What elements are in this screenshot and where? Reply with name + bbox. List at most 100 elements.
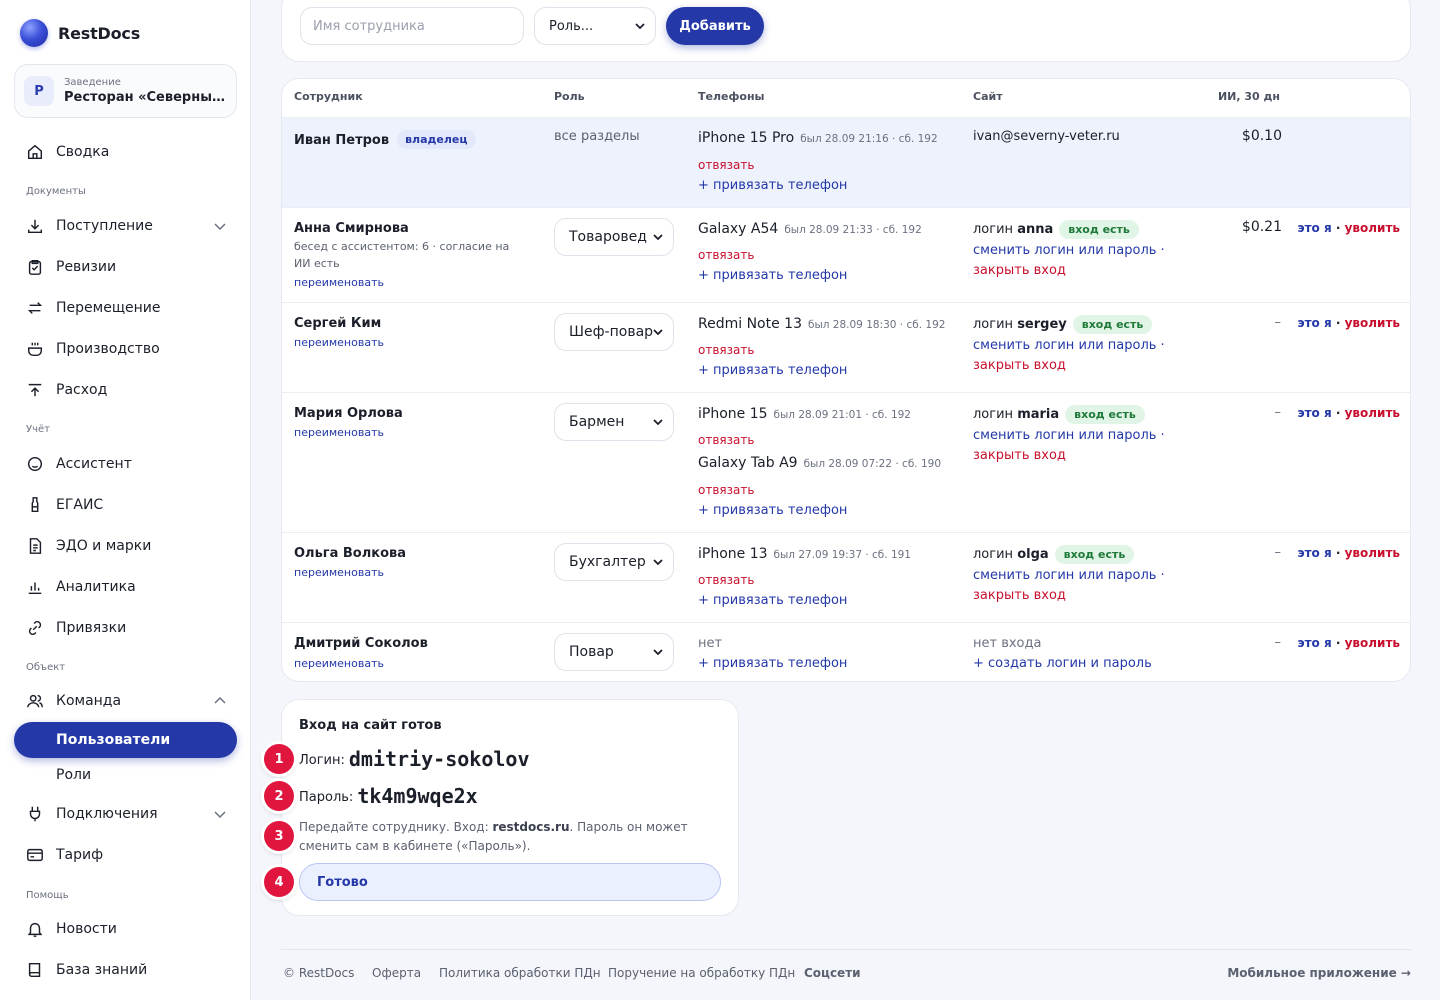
role-select-value: Бухгалтер <box>569 554 646 570</box>
unbind-link[interactable]: отвязать <box>698 483 754 497</box>
nav-news[interactable]: Новости <box>14 912 237 946</box>
rename-link[interactable]: переименовать <box>294 424 524 441</box>
its-me-link[interactable]: это я <box>1297 546 1331 560</box>
employee-name: Сергей Ким <box>294 316 382 331</box>
password-credential: Пароль: tk4m9wqe2x <box>299 784 478 808</box>
nav-edo[interactable]: ЭДО и марки <box>14 529 237 563</box>
rename-link[interactable]: переименовать <box>294 334 524 351</box>
employee-name: Иван Петров владелец <box>294 130 476 149</box>
fire-link[interactable]: уволить <box>1345 406 1400 420</box>
create-login-link[interactable]: + создать логин и пароль <box>973 656 1152 671</box>
its-me-link[interactable]: это я <box>1297 316 1331 330</box>
assistant-icon <box>27 456 43 472</box>
unbind-link[interactable]: отвязать <box>698 433 754 447</box>
footer-offer-link[interactable]: Оферта <box>372 966 421 980</box>
add-employee-button[interactable]: Добавить <box>666 7 764 45</box>
chevron-down-icon[interactable] <box>213 807 227 821</box>
unbind-link[interactable]: отвязать <box>698 343 754 357</box>
close-login-link[interactable]: закрыть вход <box>973 448 1066 463</box>
nav-production[interactable]: Производство <box>14 332 237 366</box>
nav-bindings-label: Привязки <box>56 620 127 636</box>
phone-entry: Redmi Note 13 был 28.09 18:30 · сб. 192 <box>698 316 945 332</box>
footer-assignment-link[interactable]: Поручение на обработку ПДн <box>608 966 795 980</box>
bind-phone-link[interactable]: + привязать телефон <box>698 268 847 283</box>
table-row: Сергей Ким переименовать Шеф-повар Redmi… <box>282 302 1410 392</box>
nav-intake-label: Поступление <box>56 218 153 234</box>
change-credentials-link[interactable]: сменить логин или пароль · <box>973 338 1165 353</box>
role-select[interactable]: Шеф-повар <box>554 313 674 351</box>
nav-assistant[interactable]: Ассистент <box>14 447 237 481</box>
footer-privacy-link[interactable]: Политика обработки ПДн <box>439 966 601 980</box>
role-select[interactable]: Повар <box>554 633 674 671</box>
close-login-link[interactable]: закрыть вход <box>973 263 1066 278</box>
chevron-up-icon[interactable] <box>213 694 227 708</box>
bind-phone-link[interactable]: + привязать телефон <box>698 363 847 378</box>
nav-tariff[interactable]: Тариф <box>14 838 237 872</box>
ai-cost-empty: – <box>1274 545 1282 560</box>
nav-intake[interactable]: Поступление <box>14 209 237 243</box>
footer-mobile-app-link[interactable]: Мобильное приложение → <box>1227 966 1411 980</box>
login-ok-badge: вход есть <box>1065 405 1145 424</box>
device-meta: был 28.09 07:22 · сб. 190 <box>803 458 942 470</box>
nav-analytics[interactable]: Аналитика <box>14 570 237 604</box>
employee-name-input[interactable]: Имя сотрудника <box>300 7 524 45</box>
its-me-link[interactable]: это я <box>1297 221 1331 235</box>
col-employee: Сотрудник <box>294 90 363 103</box>
nav-team[interactable]: Команда <box>14 684 237 718</box>
rename-link[interactable]: переименовать <box>294 274 524 291</box>
done-button[interactable]: Готово <box>299 863 721 901</box>
close-login-link[interactable]: закрыть вход <box>973 358 1066 373</box>
unbind-link[interactable]: отвязать <box>698 158 754 172</box>
brand[interactable]: RestDocs <box>20 19 140 47</box>
nav-summary[interactable]: Сводка <box>14 135 237 169</box>
its-me-link[interactable]: это я <box>1297 636 1331 650</box>
password-value: tk4m9wqe2x <box>357 784 478 808</box>
rename-link[interactable]: переименовать <box>294 655 524 672</box>
chevron-down-icon[interactable] <box>213 219 227 233</box>
role-select-value: Роль... <box>549 18 594 34</box>
venue-switcher[interactable]: Р Заведение Ресторан «Северный ветер» <box>14 64 237 118</box>
nav-connections[interactable]: Подключения <box>14 797 237 831</box>
change-credentials-link[interactable]: сменить логин или пароль · <box>973 568 1165 583</box>
role-select[interactable]: Бармен <box>554 403 674 441</box>
brand-logo-icon <box>20 19 48 47</box>
change-credentials-link[interactable]: сменить логин или пароль · <box>973 243 1165 258</box>
nav-egais[interactable]: ЕГАИС <box>14 488 237 522</box>
role-text: все разделы <box>554 129 640 144</box>
phone-none: нет <box>698 636 723 651</box>
bottle-icon <box>31 497 39 513</box>
bind-phone-link[interactable]: + привязать телефон <box>698 656 847 671</box>
close-login-link[interactable]: закрыть вход <box>973 588 1066 603</box>
device-meta: был 28.09 21:16 · сб. 192 <box>800 133 938 145</box>
nav-kb[interactable]: База знаний <box>14 953 237 987</box>
nav-audits[interactable]: Ревизии <box>14 250 237 284</box>
nav-users[interactable]: Пользователи <box>14 722 237 758</box>
its-me-link[interactable]: это я <box>1297 406 1331 420</box>
fire-link[interactable]: уволить <box>1345 316 1400 330</box>
bind-phone-link[interactable]: + привязать телефон <box>698 593 847 608</box>
login-ready-note: Передайте сотруднику. Вход: restdocs.ru.… <box>299 820 688 853</box>
step-marker: 4 <box>264 867 294 897</box>
bind-phone-link[interactable]: + привязать телефон <box>698 503 847 518</box>
unbind-link[interactable]: отвязать <box>698 248 754 262</box>
footer-social-link[interactable]: Соцсети <box>804 966 861 980</box>
unbind-link[interactable]: отвязать <box>698 573 754 587</box>
fire-link[interactable]: уволить <box>1345 636 1400 650</box>
role-select-value: Бармен <box>569 414 625 430</box>
nav-expense[interactable]: Расход <box>14 373 237 407</box>
nav-transfer[interactable]: Перемещение <box>14 291 237 325</box>
nav-roles[interactable]: Роли <box>14 757 237 793</box>
bind-phone-link[interactable]: + привязать телефон <box>698 178 847 193</box>
fire-link[interactable]: уволить <box>1345 546 1400 560</box>
phone-entry: Galaxy A54 был 28.09 21:33 · сб. 192 <box>698 221 922 237</box>
fire-link[interactable]: уволить <box>1345 221 1400 235</box>
rename-link[interactable]: переименовать <box>294 564 524 581</box>
role-select[interactable]: Бухгалтер <box>554 543 674 581</box>
role-select[interactable]: Роль... <box>534 7 656 45</box>
change-credentials-link[interactable]: сменить логин или пароль · <box>973 428 1165 443</box>
login-ok-badge: вход есть <box>1072 315 1153 334</box>
login-name: sergey <box>1017 317 1067 332</box>
step-marker: 1 <box>264 744 294 774</box>
nav-bindings[interactable]: Привязки <box>14 611 237 645</box>
role-select[interactable]: Товаровед <box>554 218 674 256</box>
